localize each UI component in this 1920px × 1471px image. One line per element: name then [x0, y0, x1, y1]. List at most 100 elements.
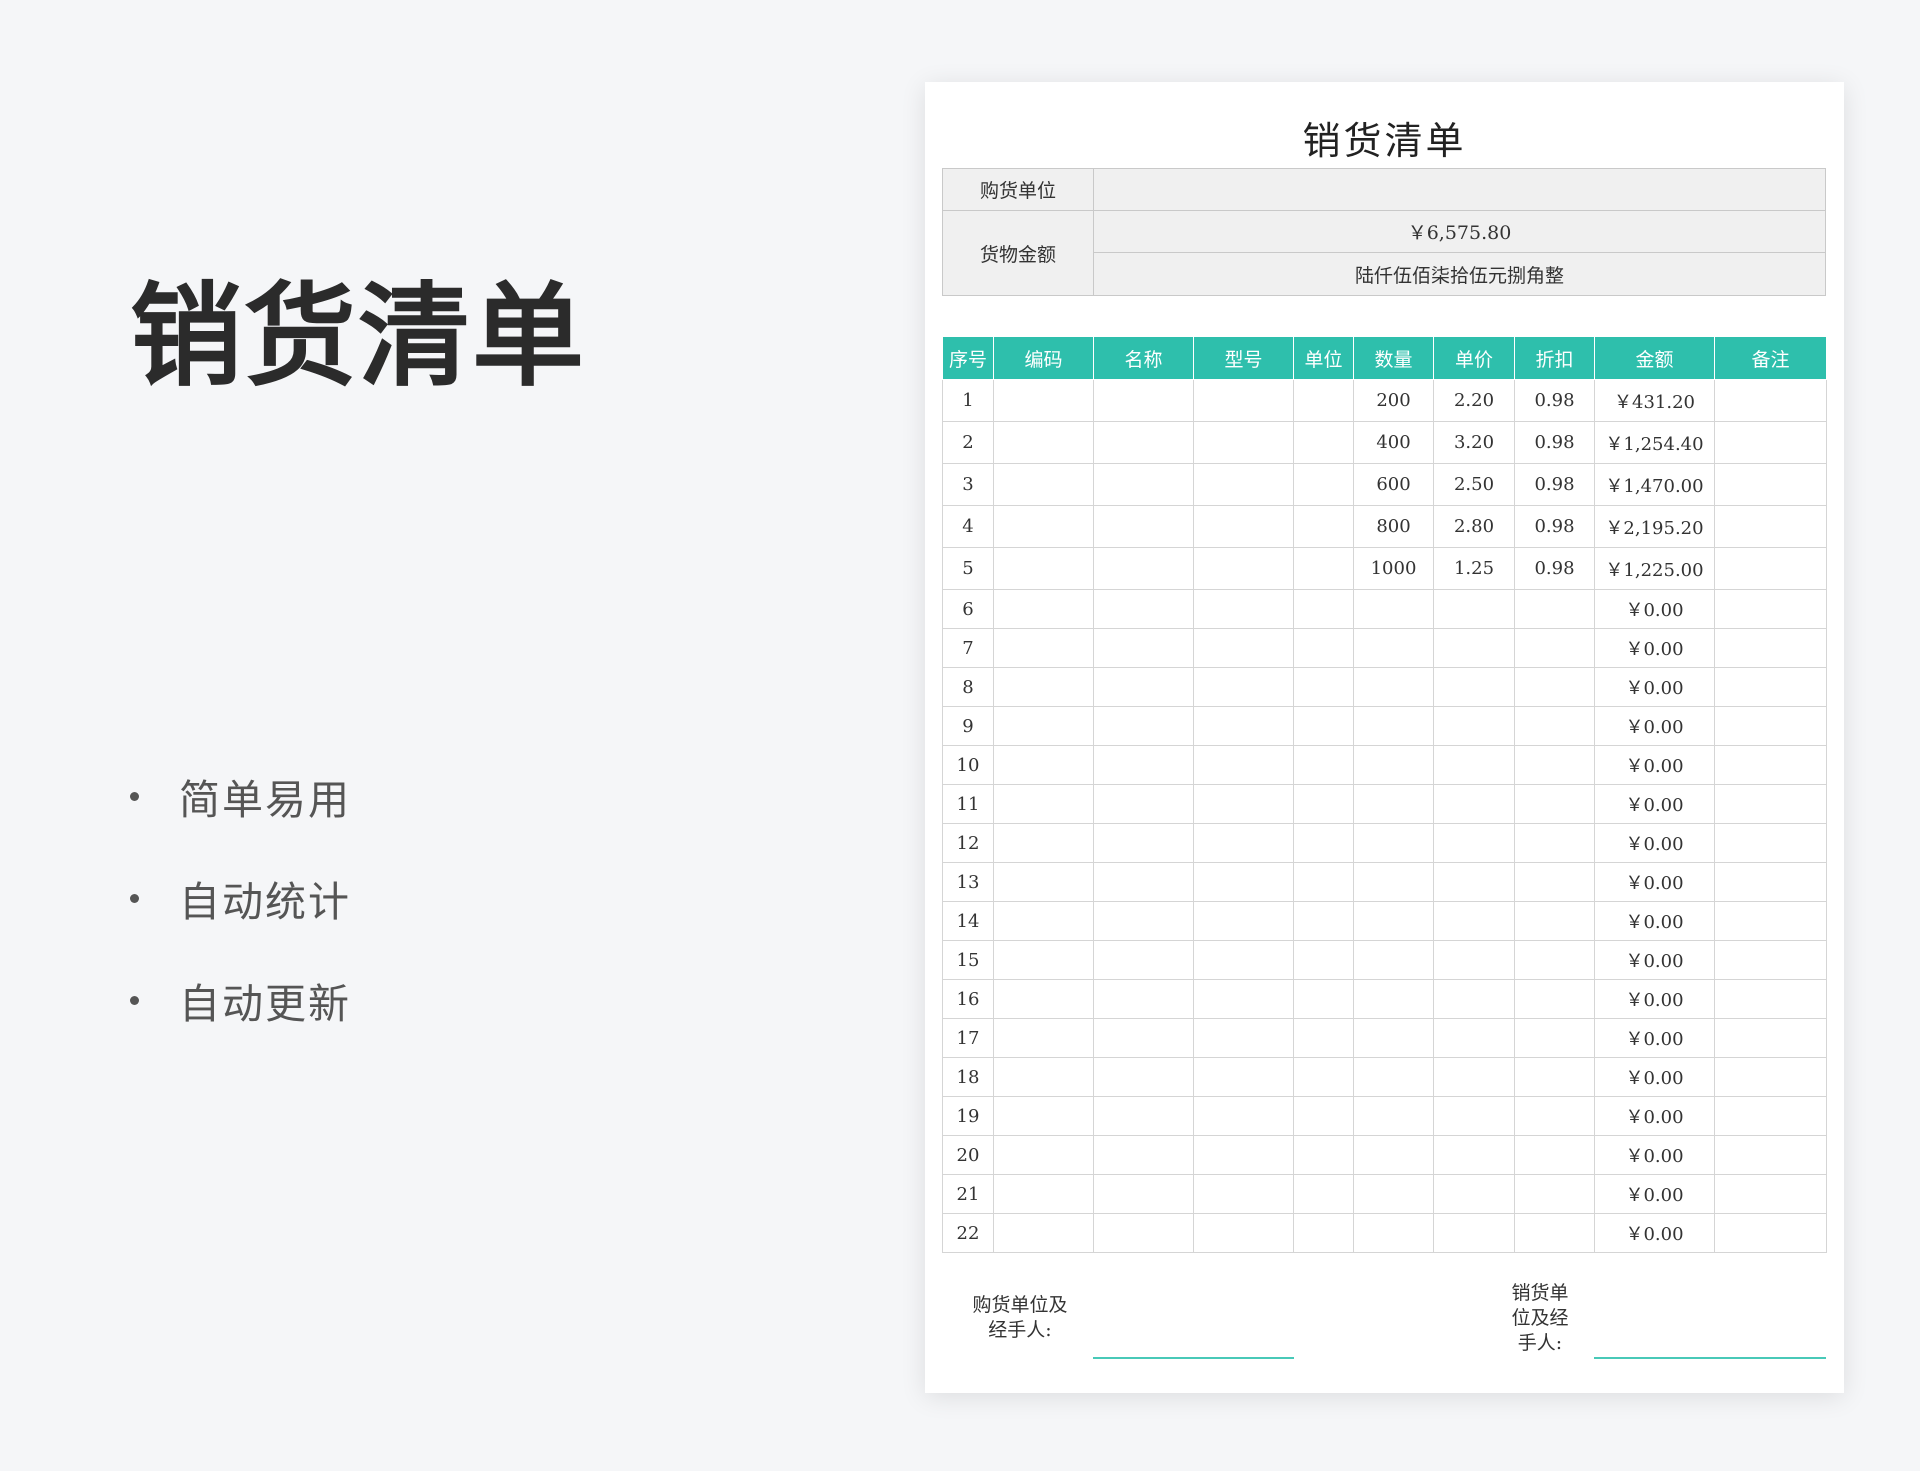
cell-discount[interactable] — [1514, 823, 1595, 863]
column-header[interactable]: 编码 — [993, 336, 1094, 380]
column-header[interactable]: 名称 — [1093, 336, 1194, 380]
cell-price[interactable] — [1433, 1174, 1515, 1214]
cell-model[interactable] — [1193, 628, 1294, 668]
cell-model[interactable] — [1193, 784, 1294, 824]
cell-code[interactable] — [993, 589, 1094, 629]
cell-price[interactable] — [1433, 706, 1515, 746]
cell-unit[interactable] — [1293, 589, 1354, 629]
cell-model[interactable] — [1193, 862, 1294, 902]
cell-name[interactable] — [1093, 784, 1194, 824]
cell-discount[interactable]: 0.98 — [1514, 379, 1595, 422]
cell-model[interactable] — [1193, 463, 1294, 506]
cell-model[interactable] — [1193, 1018, 1294, 1058]
cell-price[interactable] — [1433, 1057, 1515, 1097]
cell-unit[interactable] — [1293, 706, 1354, 746]
cell-name[interactable] — [1093, 379, 1194, 422]
cell-discount[interactable] — [1514, 940, 1595, 980]
cell-qty[interactable] — [1353, 862, 1434, 902]
cell-index[interactable]: 4 — [942, 505, 994, 548]
cell-model[interactable] — [1193, 940, 1294, 980]
cell-price[interactable] — [1433, 1135, 1515, 1175]
cell-unit[interactable] — [1293, 667, 1354, 707]
cell-code[interactable] — [993, 862, 1094, 902]
cell-name[interactable] — [1093, 940, 1194, 980]
cell-amount[interactable]: ￥0.00 — [1594, 1057, 1715, 1097]
cell-discount[interactable] — [1514, 667, 1595, 707]
cell-name[interactable] — [1093, 628, 1194, 668]
cell-name[interactable] — [1093, 862, 1194, 902]
cell-price[interactable] — [1433, 667, 1515, 707]
cell-index[interactable]: 9 — [942, 706, 994, 746]
cell-name[interactable] — [1093, 1213, 1194, 1253]
cell-name[interactable] — [1093, 463, 1194, 506]
cell-unit[interactable] — [1293, 823, 1354, 863]
cell-discount[interactable] — [1514, 1018, 1595, 1058]
cell-price[interactable] — [1433, 940, 1515, 980]
cell-amount[interactable]: ￥0.00 — [1594, 1096, 1715, 1136]
cell-unit[interactable] — [1293, 901, 1354, 941]
cell-unit[interactable] — [1293, 1057, 1354, 1097]
cell-unit[interactable] — [1293, 1018, 1354, 1058]
cell-unit[interactable] — [1293, 628, 1354, 668]
cell-name[interactable] — [1093, 745, 1194, 785]
cell-remark[interactable] — [1714, 1018, 1827, 1058]
cell-code[interactable] — [993, 1096, 1094, 1136]
cell-price[interactable] — [1433, 589, 1515, 629]
cell-discount[interactable]: 0.98 — [1514, 421, 1595, 464]
cell-name[interactable] — [1093, 505, 1194, 548]
column-header[interactable]: 折扣 — [1514, 336, 1595, 380]
cell-index[interactable]: 14 — [942, 901, 994, 941]
seller-signature-line[interactable] — [1594, 1357, 1826, 1359]
cell-price[interactable] — [1433, 628, 1515, 668]
cell-qty[interactable] — [1353, 1057, 1434, 1097]
cell-amount[interactable]: ￥0.00 — [1594, 667, 1715, 707]
cell-model[interactable] — [1193, 379, 1294, 422]
cell-remark[interactable] — [1714, 1135, 1827, 1175]
cell-index[interactable]: 10 — [942, 745, 994, 785]
cell-discount[interactable] — [1514, 862, 1595, 902]
cell-name[interactable] — [1093, 706, 1194, 746]
cell-price[interactable] — [1433, 901, 1515, 941]
cell-qty[interactable] — [1353, 589, 1434, 629]
cell-discount[interactable] — [1514, 1096, 1595, 1136]
cell-amount[interactable]: ￥0.00 — [1594, 706, 1715, 746]
cell-remark[interactable] — [1714, 1096, 1827, 1136]
cell-amount[interactable]: ￥2,195.20 — [1594, 505, 1715, 548]
cell-qty[interactable] — [1353, 1096, 1434, 1136]
cell-unit[interactable] — [1293, 745, 1354, 785]
column-header[interactable]: 单价 — [1433, 336, 1515, 380]
cell-remark[interactable] — [1714, 706, 1827, 746]
cell-qty[interactable] — [1353, 667, 1434, 707]
cell-model[interactable] — [1193, 706, 1294, 746]
cell-qty[interactable] — [1353, 823, 1434, 863]
cell-model[interactable] — [1193, 1096, 1294, 1136]
column-header[interactable]: 数量 — [1353, 336, 1434, 380]
column-header[interactable]: 金额 — [1594, 336, 1715, 380]
cell-model[interactable] — [1193, 1174, 1294, 1214]
cell-remark[interactable] — [1714, 1213, 1827, 1253]
cell-index[interactable]: 19 — [942, 1096, 994, 1136]
cell-remark[interactable] — [1714, 862, 1827, 902]
cell-amount[interactable]: ￥0.00 — [1594, 979, 1715, 1019]
cell-remark[interactable] — [1714, 463, 1827, 506]
cell-amount[interactable]: ￥0.00 — [1594, 1018, 1715, 1058]
cell-model[interactable] — [1193, 745, 1294, 785]
cell-price[interactable]: 2.20 — [1433, 379, 1515, 422]
cell-unit[interactable] — [1293, 505, 1354, 548]
cell-remark[interactable] — [1714, 901, 1827, 941]
cell-remark[interactable] — [1714, 505, 1827, 548]
cell-code[interactable] — [993, 706, 1094, 746]
cell-unit[interactable] — [1293, 1096, 1354, 1136]
cell-discount[interactable] — [1514, 1213, 1595, 1253]
cell-amount[interactable]: ￥0.00 — [1594, 1213, 1715, 1253]
cell-qty[interactable] — [1353, 901, 1434, 941]
cell-remark[interactable] — [1714, 1174, 1827, 1214]
cell-qty[interactable] — [1353, 628, 1434, 668]
cell-amount[interactable]: ￥0.00 — [1594, 823, 1715, 863]
cell-qty[interactable] — [1353, 784, 1434, 824]
cell-unit[interactable] — [1293, 1174, 1354, 1214]
cell-index[interactable]: 22 — [942, 1213, 994, 1253]
cell-name[interactable] — [1093, 547, 1194, 590]
cell-amount[interactable]: ￥0.00 — [1594, 1135, 1715, 1175]
cell-discount[interactable] — [1514, 628, 1595, 668]
